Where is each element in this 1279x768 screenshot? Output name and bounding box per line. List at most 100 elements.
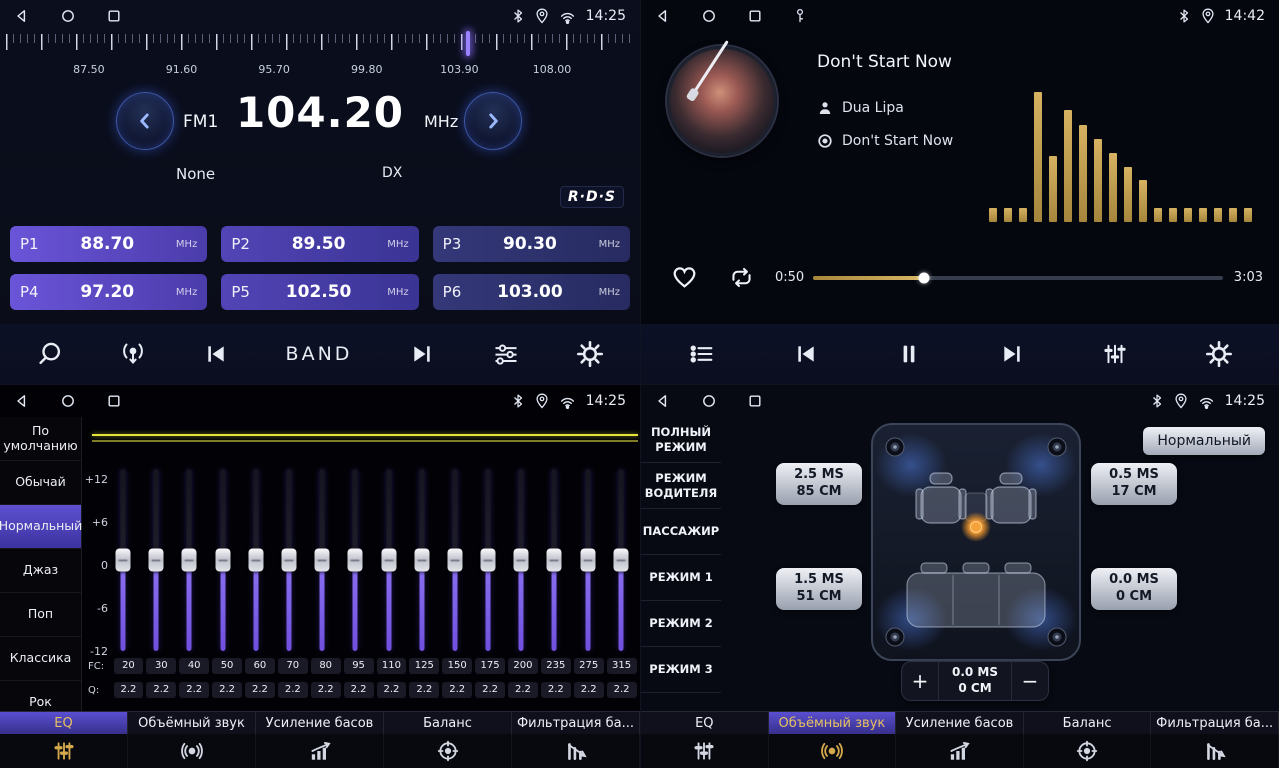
bottom-tab[interactable]: Объёмный звук <box>769 712 897 734</box>
eq-tab-icon[interactable] <box>641 734 769 768</box>
eq-band-slider[interactable] <box>344 469 366 651</box>
eq-band-slider[interactable] <box>610 469 632 651</box>
sound-mode-item[interactable]: ПАССАЖИР <box>641 509 721 555</box>
surround-tab-icon[interactable] <box>128 734 256 768</box>
eq-slider-handle[interactable] <box>182 549 197 572</box>
home-icon[interactable] <box>60 8 76 24</box>
tuning-indicator[interactable] <box>466 31 470 56</box>
progress-knob[interactable] <box>918 273 929 284</box>
radio-preset-button[interactable]: P1 88.70 MHz <box>10 226 207 262</box>
eq-preset-item[interactable]: Джаз <box>0 549 81 593</box>
back-icon[interactable] <box>14 393 30 409</box>
playlist-icon[interactable] <box>688 342 716 366</box>
eq-slider-handle[interactable] <box>116 549 131 572</box>
eq-band-slider[interactable] <box>378 469 400 651</box>
delay-decrease-button[interactable]: − <box>1012 662 1048 700</box>
bottom-tab[interactable]: Баланс <box>384 712 512 734</box>
eq-slider-handle[interactable] <box>215 549 230 572</box>
mixer-icon[interactable] <box>1102 342 1128 366</box>
frequency-ruler[interactable] <box>6 34 634 60</box>
eq-band-slider[interactable] <box>411 469 433 651</box>
equalizer-icon[interactable] <box>492 342 520 366</box>
next-track-icon[interactable] <box>409 342 435 366</box>
previous-track-icon[interactable] <box>793 342 819 366</box>
recents-icon[interactable] <box>106 8 122 24</box>
sound-mode-item[interactable]: РЕЖИМ 3 <box>641 647 721 693</box>
settings-gear-icon[interactable] <box>577 341 603 367</box>
band-button[interactable]: BAND <box>286 343 353 365</box>
eq-preset-item[interactable]: По умолчанию <box>0 417 81 461</box>
balance-tab-icon[interactable] <box>384 734 512 768</box>
back-icon[interactable] <box>655 393 671 409</box>
sound-mode-item[interactable]: РЕЖИМ 2 <box>641 601 721 647</box>
eq-band-slider[interactable] <box>510 469 532 651</box>
delay-increase-button[interactable]: + <box>902 662 938 700</box>
delay-front-left-button[interactable]: 2.5 MS 85 CM <box>776 463 862 505</box>
eq-slider-handle[interactable] <box>281 549 296 572</box>
bottom-tab[interactable]: Фильтрация ба... <box>1151 712 1279 734</box>
radio-preset-button[interactable]: P3 90.30 MHz <box>433 226 630 262</box>
filter-tab-icon[interactable] <box>512 734 640 768</box>
bottom-tab[interactable]: Баланс <box>1024 712 1152 734</box>
eq-band-slider[interactable] <box>178 469 200 651</box>
previous-track-icon[interactable] <box>203 342 229 366</box>
eq-slider-handle[interactable] <box>580 549 595 572</box>
eq-band-slider[interactable] <box>543 469 565 651</box>
bottom-tab[interactable]: Объёмный звук <box>128 712 256 734</box>
eq-slider-handle[interactable] <box>481 549 496 572</box>
bottom-tab[interactable]: Усиление басов <box>256 712 384 734</box>
eq-slider-handle[interactable] <box>315 549 330 572</box>
eq-band-slider[interactable] <box>145 469 167 651</box>
eq-band-slider[interactable] <box>212 469 234 651</box>
delay-front-right-button[interactable]: 0.5 MS 17 CM <box>1091 463 1177 505</box>
sound-profile-button[interactable]: Нормальный <box>1143 427 1265 455</box>
radio-preset-button[interactable]: P6 103.00 MHz <box>433 274 630 310</box>
repeat-icon[interactable] <box>727 266 756 289</box>
settings-gear-icon[interactable] <box>1206 341 1232 367</box>
eq-slider-handle[interactable] <box>348 549 363 572</box>
bass-boost-tab-icon[interactable] <box>256 734 384 768</box>
eq-band-slider[interactable] <box>577 469 599 651</box>
eq-band-slider[interactable] <box>477 469 499 651</box>
sound-mode-item[interactable]: РЕЖИМ ВОДИТЕЛЯ <box>641 463 721 509</box>
eq-band-slider[interactable] <box>311 469 333 651</box>
delay-rear-left-button[interactable]: 1.5 MS 51 CM <box>776 568 862 610</box>
eq-slider-handle[interactable] <box>613 549 628 572</box>
home-icon[interactable] <box>60 393 76 409</box>
progress-bar[interactable] <box>813 276 1223 280</box>
radio-preset-button[interactable]: P2 89.50 MHz <box>221 226 418 262</box>
home-icon[interactable] <box>701 393 717 409</box>
back-icon[interactable] <box>14 8 30 24</box>
eq-band-slider[interactable] <box>245 469 267 651</box>
balance-tab-icon[interactable] <box>1024 734 1152 768</box>
radio-preset-button[interactable]: P4 97.20 MHz <box>10 274 207 310</box>
recents-icon[interactable] <box>747 8 763 24</box>
bass-boost-tab-icon[interactable] <box>896 734 1024 768</box>
home-icon[interactable] <box>701 8 717 24</box>
eq-slider-handle[interactable] <box>447 549 462 572</box>
recents-icon[interactable] <box>106 393 122 409</box>
eq-band-slider[interactable] <box>112 469 134 651</box>
scan-stations-icon[interactable] <box>37 341 63 367</box>
favorite-heart-icon[interactable] <box>671 264 698 289</box>
eq-band-slider[interactable] <box>444 469 466 651</box>
sound-mode-item[interactable]: ПОЛНЫЙ РЕЖИМ <box>641 417 721 463</box>
recents-icon[interactable] <box>747 393 763 409</box>
filter-tab-icon[interactable] <box>1151 734 1279 768</box>
eq-slider-handle[interactable] <box>547 549 562 572</box>
bottom-tab[interactable]: EQ <box>641 712 769 734</box>
bottom-tab[interactable]: Усиление басов <box>896 712 1024 734</box>
eq-slider-handle[interactable] <box>248 549 263 572</box>
eq-slider-handle[interactable] <box>381 549 396 572</box>
surround-tab-icon[interactable] <box>769 734 897 768</box>
eq-preset-item[interactable]: Нормальный <box>0 505 81 549</box>
eq-slider-handle[interactable] <box>414 549 429 572</box>
pause-icon[interactable] <box>897 342 921 366</box>
sound-mode-item[interactable]: РЕЖИМ 1 <box>641 555 721 601</box>
bottom-tab[interactable]: Фильтрация ба... <box>512 712 640 734</box>
broadcast-icon[interactable] <box>120 341 146 367</box>
eq-slider-handle[interactable] <box>149 549 164 572</box>
eq-preset-item[interactable]: Классика <box>0 637 81 681</box>
eq-slider-handle[interactable] <box>514 549 529 572</box>
eq-tab-icon[interactable] <box>0 734 128 768</box>
